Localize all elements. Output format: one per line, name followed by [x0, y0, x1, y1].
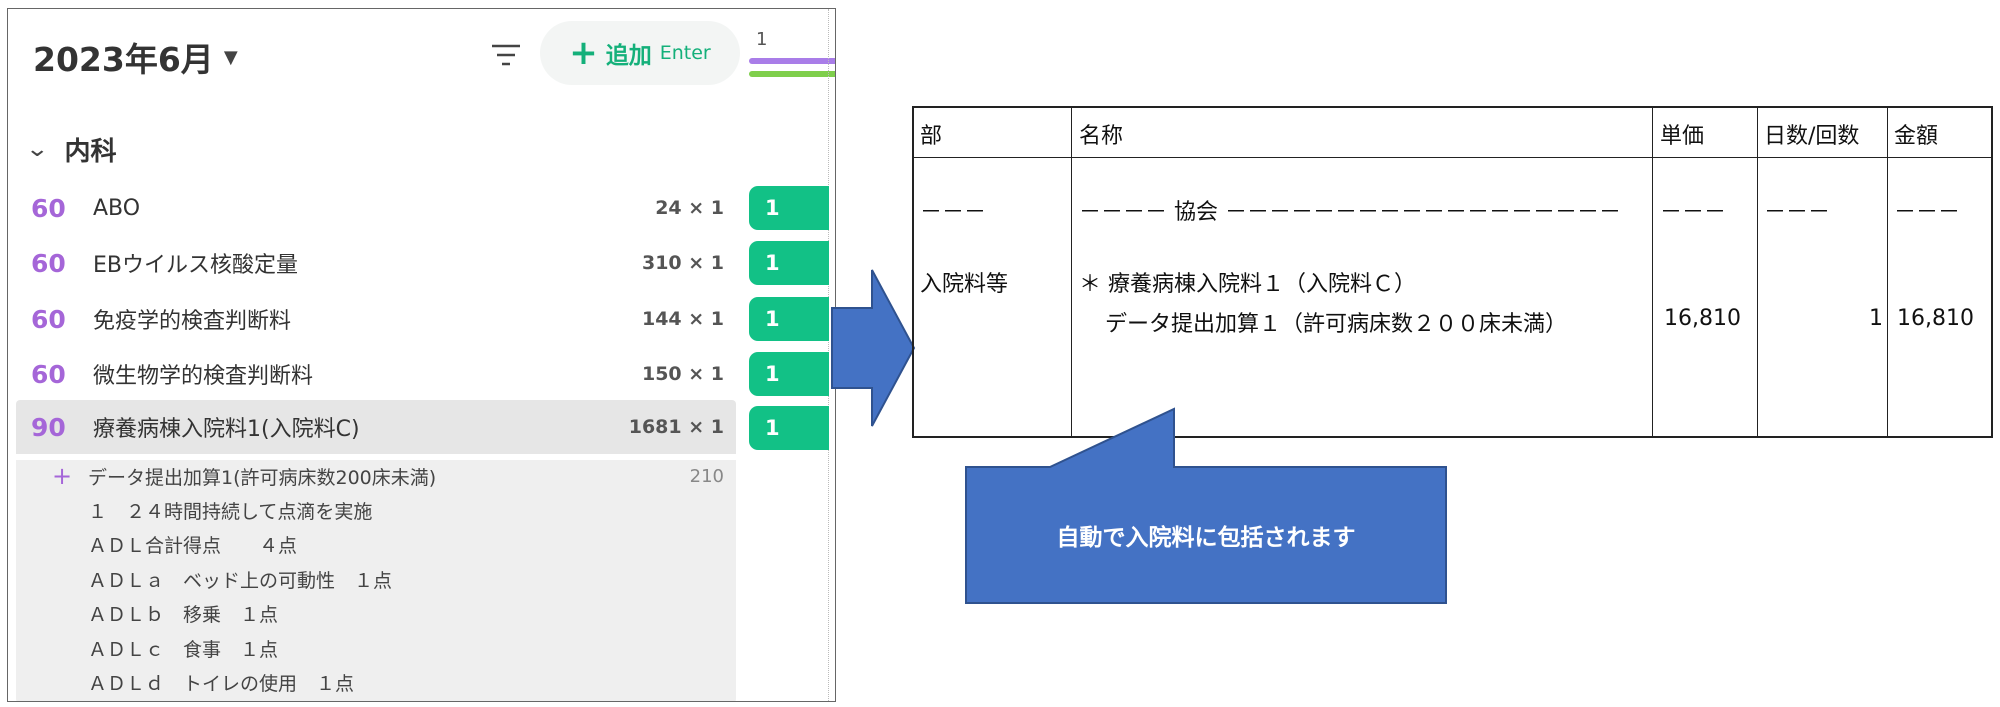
right-arrow-icon — [831, 269, 916, 427]
dash-name: －－－－ 協会 －－－－－－－－－－－－－－－－－－ — [1079, 200, 1621, 225]
detail-line: ＡＤＬｂ 移乗 １点 — [16, 598, 736, 628]
list-item[interactable]: 60 EBウイルス核酸定量 310 × 1 — [16, 236, 736, 290]
item-qty: 144 × 1 — [641, 308, 724, 330]
section-internal-medicine[interactable]: ⌄ 内科 — [25, 131, 117, 168]
dash-bu: －－－ — [920, 200, 987, 225]
list-item[interactable]: 60 微生物学的検査判断料 150 × 1 — [16, 347, 736, 401]
amount: 16,810 — [1897, 306, 1974, 331]
plus-icon: + — [52, 462, 73, 490]
points: 90 — [31, 412, 66, 442]
month-selector[interactable]: 2023年6月 ▼ — [33, 33, 238, 81]
section-title: 内科 — [64, 137, 117, 167]
item-name: 療養病棟入院料1(入院料C) — [93, 417, 360, 442]
detail-text: ＡＤＬｃ 食事 １点 — [88, 638, 279, 661]
add-button[interactable]: + 追加 Enter — [540, 21, 740, 85]
detail-text: １ ２４時間持続して点滴を実施 — [88, 500, 373, 523]
detail-text: ＡＤＬａ ベッド上の可動性 １点 — [88, 569, 393, 592]
day-count-badge[interactable]: 1 — [749, 297, 829, 341]
day-count-badge[interactable]: 1 — [749, 241, 829, 285]
detail-line: ＡＤＬｄ トイレの使用 １点 — [16, 667, 736, 697]
timeline-bar-green — [749, 71, 835, 77]
dash-kingaku: －－－ — [1894, 200, 1961, 225]
month-label: 2023年6月 — [33, 40, 214, 79]
dash-days: －－－ — [1764, 200, 1831, 225]
addon-name: データ提出加算1(許可病床数200床未満) — [88, 466, 437, 489]
callout-text: 自動で入院料に包括されます — [1056, 525, 1356, 551]
add-button-shortcut: Enter — [659, 42, 711, 64]
header-tanka: 単価 — [1660, 124, 1705, 149]
item-name: 免疫学的検査判断料 — [93, 309, 292, 334]
add-button-label: 追加 — [605, 43, 652, 69]
points: 60 — [31, 193, 66, 223]
detail-text: ＡＤＬｄ トイレの使用 １点 — [88, 672, 355, 695]
points: 60 — [31, 304, 66, 334]
item-detail-panel: + データ提出加算1(許可病床数200床未満) 210 １ ２４時間持続して点滴… — [16, 460, 736, 701]
item-name: ABO — [93, 195, 141, 221]
item-qty: 150 × 1 — [641, 363, 724, 385]
addon-item[interactable]: + データ提出加算1(許可病床数200床未満) 210 — [16, 461, 736, 491]
detail-line: ＡＤＬ合計得点 ４点 — [16, 529, 736, 559]
item-line-2: データ提出加算１（許可病床数２００床未満） — [1105, 312, 1568, 337]
plus-icon: + — [569, 33, 598, 73]
header-days: 日数/回数 — [1764, 124, 1860, 149]
list-item-selected[interactable]: 90 療養病棟入院料1(入院料C) 1681 × 1 — [16, 400, 736, 454]
detail-line: １ ２４時間持続して点滴を実施 — [16, 495, 736, 525]
item-line-1: ＊ 療養病棟入院料１（入院料Ｃ） — [1079, 272, 1416, 297]
header-divider — [914, 157, 1991, 158]
claim-statement-table: 部 名称 単価 日数/回数 金額 －－－ －－－－ 協会 －－－－－－－－－－－… — [912, 106, 1993, 438]
points: 60 — [31, 359, 66, 389]
detail-line: ＡＤＬａ ベッド上の可動性 １点 — [16, 564, 736, 594]
item-qty: 24 × 1 — [655, 197, 724, 219]
detail-text: ＡＤＬｂ 移乗 １点 — [88, 603, 279, 626]
day-count-badge[interactable]: 1 — [749, 186, 829, 230]
timeline-day-number: 1 — [756, 29, 768, 50]
category-label: 入院料等 — [920, 272, 1009, 297]
chevron-down-icon: ⌄ — [25, 137, 50, 162]
item-qty: 310 × 1 — [641, 252, 724, 274]
item-name: 微生物学的検査判断料 — [93, 364, 314, 389]
timeline-bar-purple — [749, 58, 835, 64]
list-item[interactable]: 60 ABO 24 × 1 — [16, 181, 736, 235]
day-count-badge[interactable]: 1 — [749, 406, 829, 450]
points: 60 — [31, 248, 66, 278]
caret-down-icon: ▼ — [223, 46, 238, 68]
detail-text: ＡＤＬ合計得点 ４点 — [88, 534, 298, 557]
unit-price: 16,810 — [1664, 306, 1741, 331]
list-item[interactable]: 60 免疫学的検査判断料 144 × 1 — [16, 292, 736, 346]
filter-icon[interactable] — [488, 40, 524, 70]
detail-line: ＡＤＬｃ 食事 １点 — [16, 633, 736, 663]
item-name: EBウイルス核酸定量 — [93, 253, 298, 278]
item-qty: 1681 × 1 — [628, 416, 724, 438]
header-name: 名称 — [1079, 124, 1124, 149]
day-count-badge[interactable]: 1 — [749, 352, 829, 396]
header-bu: 部 — [920, 124, 943, 149]
dash-tanka: －－－ — [1660, 200, 1727, 225]
day-count: 1 — [1869, 306, 1883, 331]
header-kingaku: 金額 — [1894, 124, 1939, 149]
addon-points: 210 — [689, 465, 724, 487]
medical-billing-panel: 2023年6月 ▼ + 追加 Enter 1 ⌄ 内科 60 ABO 24 × … — [7, 8, 836, 702]
